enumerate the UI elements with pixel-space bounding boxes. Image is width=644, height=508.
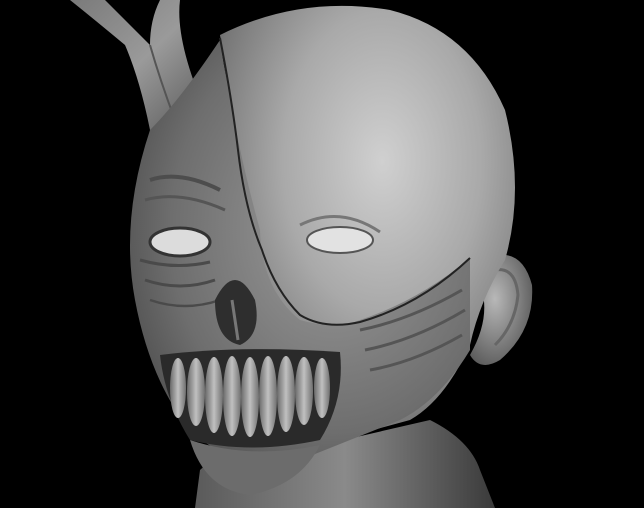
tooth <box>223 356 241 436</box>
tooth <box>295 357 313 425</box>
tooth <box>170 358 186 418</box>
sculpt-viewport[interactable] <box>0 0 644 508</box>
human-eye <box>306 226 374 254</box>
tooth <box>187 358 205 426</box>
tooth <box>205 357 223 433</box>
sculpt-render <box>0 0 644 508</box>
tooth <box>241 357 259 437</box>
demon-eye <box>148 226 212 258</box>
tooth <box>277 356 295 432</box>
tooth <box>259 356 277 436</box>
tooth <box>314 358 330 418</box>
